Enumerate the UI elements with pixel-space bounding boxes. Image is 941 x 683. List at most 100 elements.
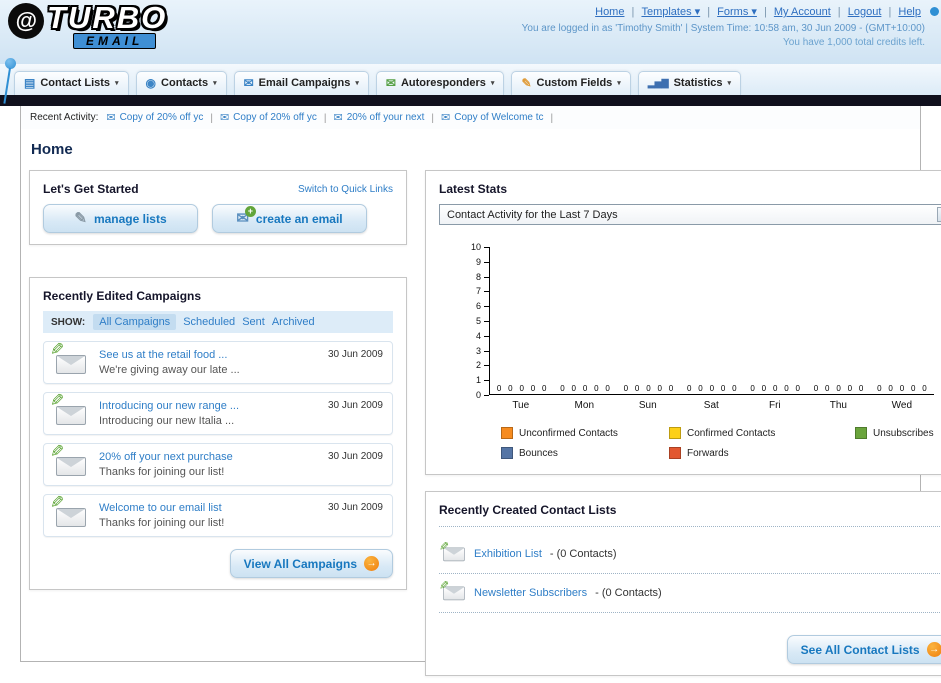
pencil-icon: ✎ bbox=[438, 539, 450, 554]
logo-text: TURBO EMAIL bbox=[47, 0, 168, 50]
bar-value-label: 0 bbox=[668, 384, 674, 393]
filter-sent[interactable]: Sent bbox=[242, 316, 265, 328]
recent-campaigns-panel: Recently Edited Campaigns SHOW: All Camp… bbox=[29, 277, 407, 590]
bar-value-label: 0 bbox=[772, 384, 778, 393]
logo-subtitle: EMAIL bbox=[73, 33, 157, 50]
bar-value-label: 0 bbox=[888, 384, 893, 393]
y-axis-label: 7 bbox=[475, 286, 481, 297]
chart-legend: Unconfirmed Contacts Confirmed Contacts Un… bbox=[501, 427, 934, 459]
email-plus-icon: ✉ bbox=[236, 206, 256, 226]
top-link-help[interactable]: Help bbox=[898, 6, 921, 18]
recent-activity-link[interactable]: Copy of 20% off yc bbox=[233, 112, 317, 123]
legend-swatch bbox=[501, 447, 513, 459]
campaign-row: ✎ Welcome to our email list Thanks for joi… bbox=[43, 493, 393, 537]
manage-lists-button[interactable]: ✎ manage lists bbox=[43, 204, 198, 233]
campaign-title-link[interactable]: 20% off your next purchase bbox=[99, 451, 233, 463]
contact-list-row: ✎ Newsletter Subscribers - (0 Contacts) bbox=[439, 574, 941, 613]
top-link-logout[interactable]: Logout bbox=[848, 6, 882, 18]
email-edit-icon: ✎ bbox=[50, 493, 89, 528]
campaign-title-link[interactable]: See us at the retail food ... bbox=[99, 349, 240, 361]
latest-stats-title: Latest Stats bbox=[439, 182, 508, 196]
get-started-title: Let's Get Started bbox=[43, 182, 139, 196]
view-all-campaigns-label: View All Campaigns bbox=[243, 556, 357, 571]
legend-item-bounces: Bounces bbox=[501, 447, 669, 459]
chevron-down-icon: ▾ bbox=[490, 80, 495, 87]
tab-label: Contacts bbox=[161, 77, 209, 89]
pencil-icon: ✎ bbox=[50, 442, 65, 461]
logo-swirl-icon: @ bbox=[8, 3, 44, 39]
campaign-title-link[interactable]: Introducing our new range ... bbox=[99, 400, 239, 412]
campaign-list: ✎ See us at the retail food ... We're givi… bbox=[43, 340, 393, 537]
contact-lists-title: Recently Created Contact Lists bbox=[439, 503, 941, 527]
bar-group: 00000 bbox=[744, 384, 807, 393]
bar-group: 00000 bbox=[870, 384, 933, 393]
tab-email-campaigns[interactable]: ✉ Email Campaigns ▾ bbox=[233, 71, 369, 95]
email-edit-icon: ✎ bbox=[50, 340, 89, 375]
bar-value-label: 0 bbox=[657, 384, 662, 393]
campaign-row: ✎ See us at the retail food ... We're givi… bbox=[43, 340, 393, 384]
bar-value-label: 0 bbox=[646, 384, 651, 393]
filter-scheduled[interactable]: Scheduled bbox=[183, 316, 235, 328]
view-all-campaigns-button[interactable]: View All Campaigns → bbox=[229, 549, 393, 578]
bar-value-label: 0 bbox=[594, 384, 599, 393]
bar-value-label: 0 bbox=[858, 384, 864, 393]
recent-activity-link[interactable]: 20% off your next bbox=[347, 112, 425, 123]
contact-list-link[interactable]: Exhibition List bbox=[474, 548, 542, 560]
see-all-contact-lists-button[interactable]: See All Contact Lists → bbox=[786, 635, 941, 664]
y-tick-mark bbox=[484, 395, 489, 396]
switch-quick-links-link[interactable]: Switch to Quick Links bbox=[298, 184, 393, 195]
bar-value-label: 0 bbox=[508, 384, 513, 393]
see-all-contact-lists-label: See All Contact Lists bbox=[800, 642, 920, 657]
chevron-down-icon: ▾ bbox=[115, 80, 119, 87]
contact-list-link[interactable]: Newsletter Subscribers bbox=[474, 587, 587, 599]
create-an-email-button[interactable]: ✉create an email bbox=[212, 204, 367, 233]
tab-autoresponders[interactable]: ✉ Autoresponders ▾ bbox=[375, 71, 505, 95]
tab-contact-lists[interactable]: ▤ Contact Lists ▾ bbox=[14, 71, 129, 95]
top-link-forms[interactable]: Forms ▾ bbox=[717, 6, 757, 18]
filter-all-campaigns[interactable]: All Campaigns bbox=[93, 314, 177, 330]
recent-activity-link[interactable]: Copy of 20% off yc bbox=[120, 112, 204, 123]
bar-value-label: 0 bbox=[542, 384, 547, 393]
campaign-subtitle: Thanks for joining our list! bbox=[99, 466, 225, 478]
contact-lists: ✎ Exhibition List - (0 Contacts) ✎ Newslette… bbox=[439, 535, 941, 613]
bar-value-label: 0 bbox=[530, 384, 536, 393]
chevron-down-icon: ▾ bbox=[617, 80, 621, 87]
filter-archived[interactable]: Archived bbox=[272, 316, 315, 328]
campaign-date: 30 Jun 2009 bbox=[327, 400, 383, 411]
contact-list-row: ✎ Exhibition List - (0 Contacts) bbox=[439, 535, 941, 574]
recent-activity-item: ✉ Copy of Welcome tc bbox=[441, 111, 544, 124]
x-axis-label: Tue bbox=[512, 400, 530, 411]
stats-period-select[interactable]: Contact Activity for the Last 7 Days ▼ bbox=[439, 204, 941, 225]
x-axis-label: Wed bbox=[891, 400, 913, 411]
logo-title: TURBO bbox=[47, 0, 168, 35]
campaign-title-link[interactable]: Welcome to our email list bbox=[99, 502, 224, 514]
y-axis-label: 3 bbox=[475, 345, 481, 356]
show-label: SHOW: bbox=[51, 316, 86, 328]
legend-item-unsubscribes: Unsubscribes bbox=[855, 427, 934, 439]
content-frame: Recent Activity: ✉ Copy of 20% off yc | ✉ Co… bbox=[20, 106, 941, 676]
recent-activity-link[interactable]: Copy of Welcome tc bbox=[454, 112, 543, 123]
tab-statistics[interactable]: ▂▅▇ Statistics ▾ bbox=[637, 71, 742, 95]
y-axis-label: 9 bbox=[475, 256, 481, 267]
top-link-templates[interactable]: Templates ▾ bbox=[641, 6, 700, 18]
top-link-my-account[interactable]: My Account bbox=[774, 6, 831, 18]
pencil-icon: ✎ bbox=[438, 578, 450, 593]
bar-value-label: 0 bbox=[813, 384, 819, 393]
button-label: create an email bbox=[255, 211, 343, 226]
y-axis-label: 5 bbox=[475, 316, 481, 326]
list-edit-icon: ✎ bbox=[439, 579, 465, 601]
recent-activity-item: ✉ Copy of 20% off yc bbox=[106, 111, 203, 124]
chart-plot-area: 00000000000000000000000000000000000 bbox=[489, 247, 934, 395]
header-right: Home | Templates ▾ | Forms ▾ | My Accoun… bbox=[522, 5, 925, 48]
legend-swatch bbox=[669, 447, 681, 459]
email-icon: ✉ bbox=[106, 112, 116, 124]
tab-contacts[interactable]: ◉ Contacts ▾ bbox=[135, 71, 227, 95]
pencil-icon: ✎ bbox=[50, 340, 65, 359]
tab-label: Email Campaigns bbox=[258, 77, 351, 89]
bar-value-label: 0 bbox=[825, 384, 830, 393]
contacts-icon: ◉ bbox=[145, 76, 157, 90]
top-link-home[interactable]: Home bbox=[595, 6, 624, 18]
y-axis-label: 4 bbox=[475, 330, 481, 341]
credits-info: You have 1,000 total credits left. bbox=[783, 37, 925, 48]
tab-custom-fields[interactable]: ✎ Custom Fields ▾ bbox=[511, 71, 631, 95]
